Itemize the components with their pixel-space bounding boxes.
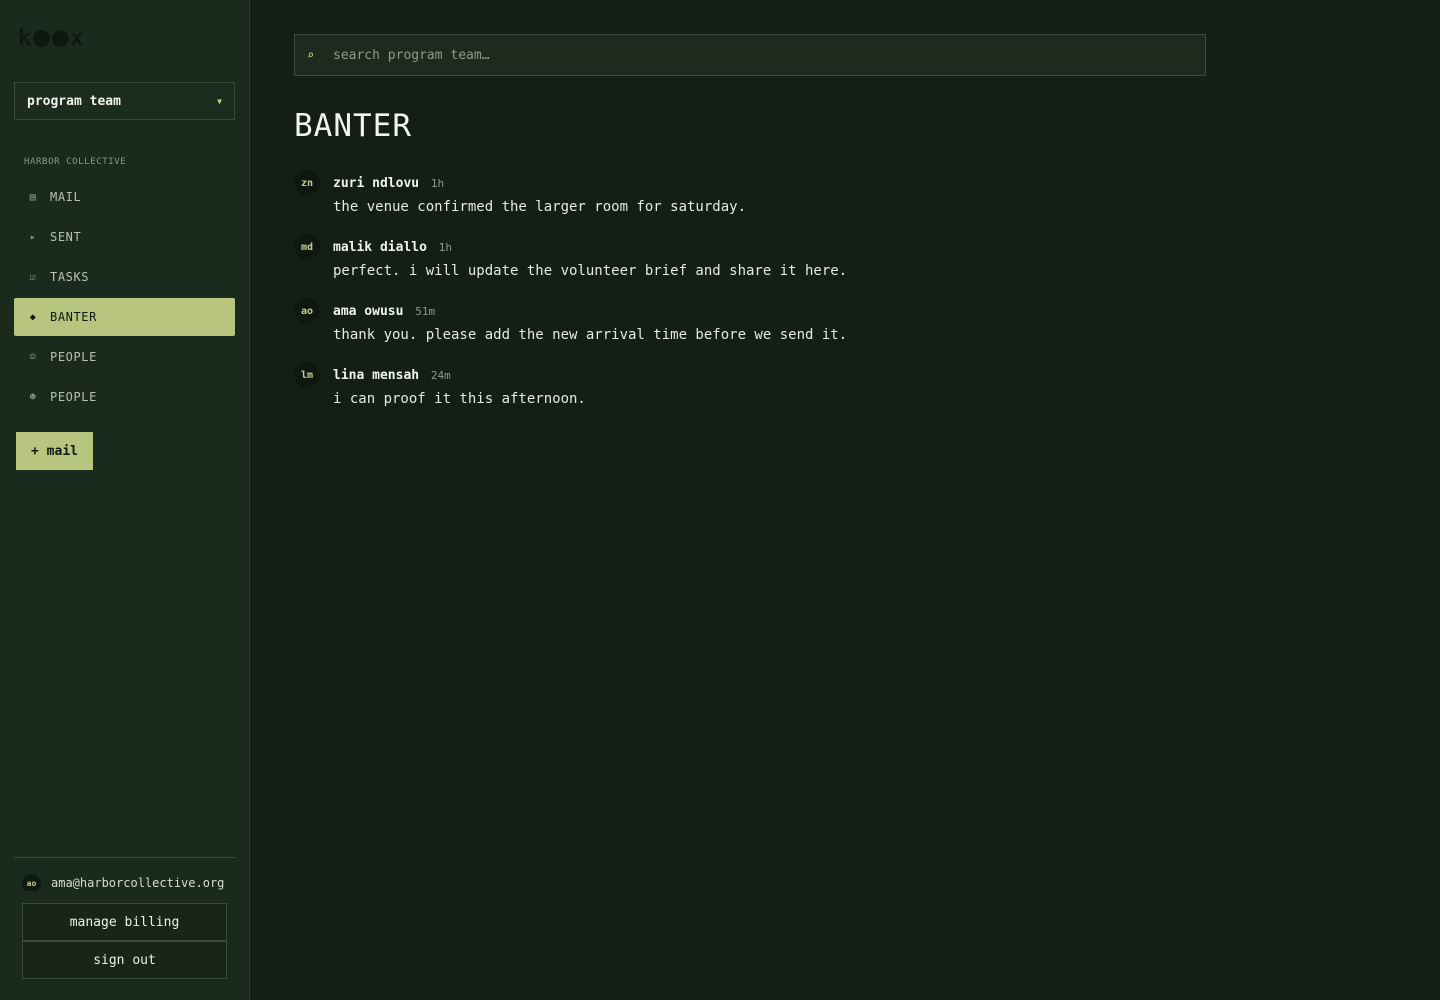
message-text: perfect. i will update the volunteer bri… — [333, 263, 848, 279]
account-email: ama@harborcollective.org — [51, 876, 225, 890]
message-author: zuri ndlovu — [333, 176, 420, 191]
send-icon: ▸ — [29, 231, 37, 243]
message-item: zn zuri ndlovu 1h the venue confirmed th… — [294, 170, 1194, 234]
sidebar-nav: ▤ MAIL ▸ SENT ☑ TASKS ◆ BANTER ☺ PEOPLE … — [14, 178, 235, 418]
message-author: lina mensah — [333, 368, 420, 383]
sidebar-item-mail[interactable]: ▤ MAIL — [14, 178, 235, 216]
message-time: 51m — [415, 305, 436, 318]
logo-letter-right: x — [70, 25, 85, 51]
sidebar-footer: ao ama@harborcollective.org manage billi… — [14, 857, 236, 979]
sidebar-item-tasks[interactable]: ☑ TASKS — [14, 258, 235, 296]
avatar: zn — [294, 170, 320, 196]
sidebar-item-people-2[interactable]: ☻ PEOPLE — [14, 378, 235, 416]
logo[interactable]: k x — [18, 25, 85, 51]
message-item: ao ama owusu 51m thank you. please add t… — [294, 298, 1194, 362]
message-time: 24m — [430, 369, 451, 382]
team-select[interactable]: program team ▼ — [14, 82, 235, 120]
team-select-value: program team — [27, 93, 121, 109]
message-author: malik diallo — [333, 240, 427, 255]
banter-icon: ◆ — [29, 311, 37, 323]
person-icon: ☺ — [29, 351, 37, 363]
sidebar-item-banter[interactable]: ◆ BANTER — [14, 298, 235, 336]
sidebar-item-sent[interactable]: ▸ SENT — [14, 218, 235, 256]
mail-icon: ▤ — [29, 191, 37, 203]
tasks-icon: ☑ — [29, 271, 37, 283]
sidebar-item-label: PEOPLE — [50, 350, 97, 364]
avatar: lm — [294, 362, 320, 388]
sidebar: k x program team ▼ HARBOR COLLECTIVE ▤ M… — [0, 0, 250, 1000]
message-item: md malik diallo 1h perfect. i will updat… — [294, 234, 1194, 298]
message-time: 1h — [438, 241, 452, 254]
logo-letter-left: k — [18, 25, 33, 51]
message-item: lm lina mensah 24m i can proof it this a… — [294, 362, 1194, 426]
message-text: i can proof it this afternoon. — [333, 391, 586, 407]
message-text: the venue confirmed the larger room for … — [333, 199, 747, 215]
search-input[interactable] — [331, 46, 1205, 64]
main-content: ⌕ BANTER zn zuri ndlovu 1h the venue con… — [250, 0, 1440, 1000]
page-title: BANTER — [294, 108, 412, 144]
sidebar-item-label: MAIL — [50, 190, 82, 204]
sign-out-button[interactable]: sign out — [22, 941, 227, 979]
message-list: zn zuri ndlovu 1h the venue confirmed th… — [294, 170, 1194, 426]
chevron-down-icon: ▼ — [217, 96, 222, 106]
avatar: ao — [22, 873, 41, 891]
logo-dot-icon — [33, 29, 51, 47]
message-author: ama owusu — [333, 304, 404, 319]
sidebar-item-people[interactable]: ☺ PEOPLE — [14, 338, 235, 376]
people-icon: ☻ — [29, 391, 37, 403]
search-bar: ⌕ — [294, 34, 1206, 76]
sidebar-item-label: SENT — [50, 230, 82, 244]
avatar: ao — [294, 298, 320, 324]
message-time: 1h — [430, 177, 445, 190]
manage-billing-button[interactable]: manage billing — [22, 903, 227, 941]
message-text: thank you. please add the new arrival ti… — [333, 327, 848, 343]
compose-mail-button[interactable]: + mail — [16, 432, 93, 470]
sidebar-item-label: TASKS — [50, 270, 90, 284]
avatar: md — [294, 234, 320, 260]
org-label: HARBOR COLLECTIVE — [24, 157, 127, 167]
sidebar-item-label: PEOPLE — [50, 390, 97, 404]
search-icon: ⌕ — [307, 48, 315, 62]
logo-dot-icon — [52, 29, 70, 47]
account-info: ao ama@harborcollective.org — [14, 858, 236, 891]
sidebar-item-label: BANTER — [50, 310, 97, 324]
